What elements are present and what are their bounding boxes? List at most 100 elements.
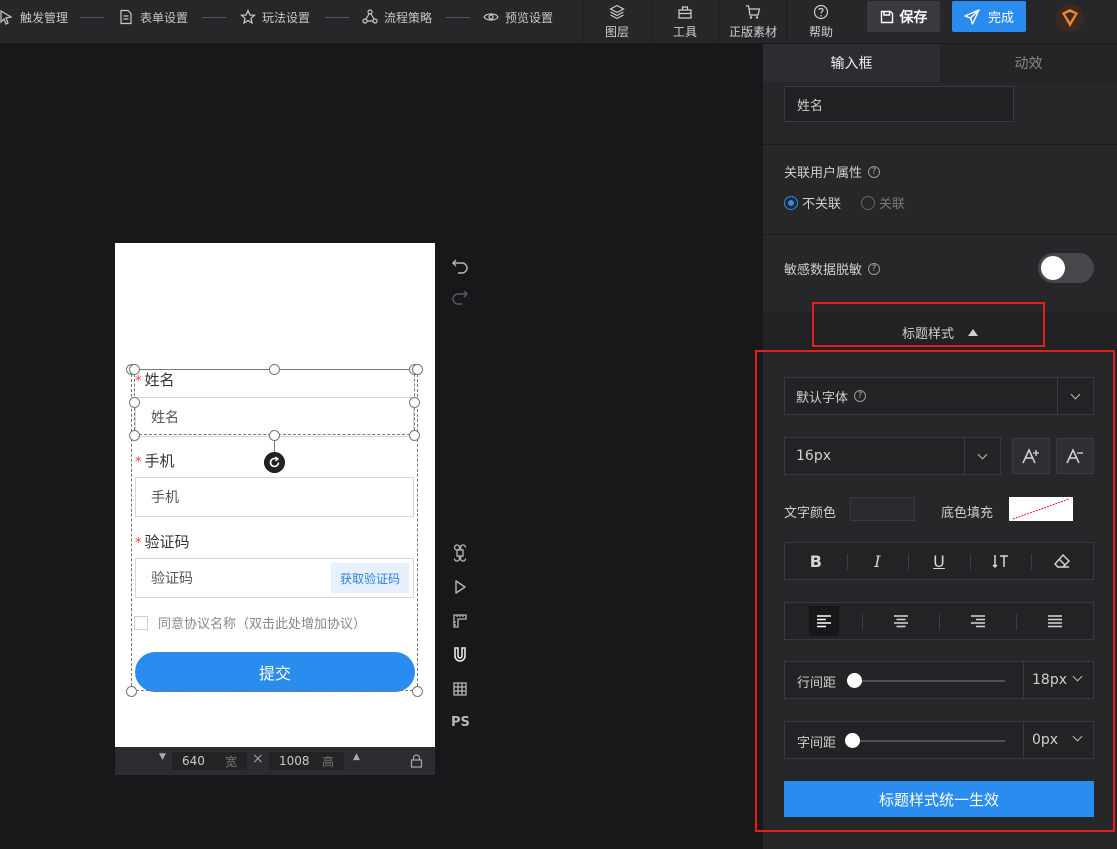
bold-button[interactable]: B <box>785 543 847 579</box>
align-right-button[interactable] <box>939 603 1016 639</box>
magnet-icon[interactable] <box>451 646 469 664</box>
italic-icon: I <box>874 551 881 571</box>
help-icon[interactable]: ? <box>868 165 881 178</box>
resize-handle[interactable] <box>129 430 140 441</box>
ps-tool[interactable]: PS <box>451 715 470 733</box>
font-family-value: 默认字体 <box>796 390 849 406</box>
letter-spacing-select[interactable]: 0px <box>1023 722 1095 758</box>
input-placeholder: 验证码 <box>151 571 193 587</box>
link-attr-label: 关联用户属性 <box>784 166 863 181</box>
phone-input[interactable]: 手机 <box>135 477 414 517</box>
get-code-button[interactable]: 获取验证码 <box>331 563 409 593</box>
align-justify-button[interactable] <box>1016 603 1093 639</box>
play-icon[interactable] <box>451 578 469 596</box>
field-name-value: 姓名 <box>797 98 824 114</box>
rotate-icon[interactable] <box>264 452 285 473</box>
resize-handle[interactable] <box>412 364 423 375</box>
step-label: 表单设置 <box>140 10 189 25</box>
align-left-button[interactable] <box>785 603 862 639</box>
resize-handle[interactable] <box>412 686 423 697</box>
panel-tabs: 输入框 动效 <box>763 44 1117 82</box>
caret-up-icon[interactable]: ▲ <box>353 752 360 762</box>
text-direction-button[interactable] <box>969 543 1032 579</box>
field-name-input[interactable]: 姓名 <box>784 86 1014 122</box>
underline-button[interactable]: U <box>908 543 970 579</box>
divider <box>651 0 652 44</box>
radio-link[interactable]: 关联 <box>861 193 905 212</box>
line-height-knob[interactable] <box>847 673 862 688</box>
font-family-select[interactable]: 默认字体 ? <box>784 377 1094 415</box>
text-color-swatch[interactable] <box>850 497 915 521</box>
code-input[interactable]: 验证码 获取验证码 <box>135 558 414 598</box>
dropdown-arrow[interactable] <box>964 438 1000 474</box>
tab-animation[interactable]: 动效 <box>940 44 1117 82</box>
resize-handle[interactable] <box>409 397 420 408</box>
step-flow[interactable]: 流程策略 <box>362 0 432 34</box>
radio-no-link[interactable]: 不关联 <box>784 193 841 212</box>
font-increase-icon <box>1022 448 1039 464</box>
resize-handle[interactable] <box>126 686 137 697</box>
help-icon[interactable]: ? <box>854 390 867 402</box>
tools-tool[interactable]: 工具 <box>668 0 702 44</box>
align-center-button[interactable] <box>862 603 939 639</box>
required-mark: * <box>135 374 142 389</box>
font-decrease-button[interactable] <box>1056 438 1094 474</box>
step-play[interactable]: 玩法设置 <box>240 0 310 34</box>
redo-icon[interactable] <box>451 287 469 305</box>
title-style-header[interactable]: 标题样式 <box>763 312 1117 352</box>
step-preview[interactable]: 预览设置 <box>483 0 553 34</box>
help-icon[interactable]: ? <box>868 262 881 275</box>
letter-spacing-row: 字间距 0px <box>784 721 1094 759</box>
align-left-icon <box>816 615 831 628</box>
lock-icon[interactable] <box>410 754 423 768</box>
tool-label: 帮助 <box>808 25 833 39</box>
done-button[interactable]: 完成 <box>952 1 1026 32</box>
radio-label: 不关联 <box>802 197 842 212</box>
clear-format-button[interactable] <box>1031 543 1093 579</box>
resize-handle[interactable] <box>409 430 420 441</box>
line-height-select[interactable]: 18px <box>1023 662 1095 698</box>
text-style-group: B I U <box>784 542 1094 580</box>
text-color-label: 文字颜色 <box>784 506 837 521</box>
question-circle-icon <box>813 4 829 20</box>
layers-tool[interactable]: 图层 <box>600 0 634 44</box>
sensitive-toggle[interactable] <box>1038 253 1094 283</box>
line-height-track[interactable] <box>855 680 1005 682</box>
save-button[interactable]: 保存 <box>867 1 940 32</box>
resize-handle[interactable] <box>129 364 140 375</box>
assets-tool[interactable]: 正版素材 <box>725 0 781 44</box>
grid-icon[interactable] <box>451 680 469 698</box>
chevron-down-icon <box>1072 731 1083 742</box>
field-label-phone[interactable]: * 手机 <box>135 450 175 471</box>
bg-fill-swatch[interactable] <box>1009 497 1073 521</box>
caret-down-icon[interactable]: ▼ <box>159 752 166 762</box>
agreement-checkbox[interactable] <box>134 615 148 630</box>
letter-spacing-knob[interactable] <box>845 733 860 748</box>
label-text: 手机 <box>144 452 175 470</box>
shortcut-icon[interactable] <box>451 544 469 562</box>
required-mark: * <box>135 536 142 551</box>
ruler-icon[interactable] <box>451 612 469 630</box>
letter-spacing-label: 字间距 <box>797 736 837 751</box>
field-label-code[interactable]: * 验证码 <box>135 531 190 552</box>
step-trigger[interactable]: 触发管理 <box>0 0 68 34</box>
field-label-name[interactable]: * 姓名 <box>135 369 175 390</box>
dropdown-arrow[interactable] <box>1057 378 1093 414</box>
brand-logo-icon[interactable] <box>1054 3 1086 33</box>
tab-input[interactable]: 输入框 <box>763 44 940 82</box>
font-increase-button[interactable] <box>1012 438 1050 474</box>
eraser-icon <box>1054 553 1071 568</box>
italic-button[interactable]: I <box>846 543 909 579</box>
font-size-select[interactable]: 16px <box>784 437 1001 475</box>
undo-icon[interactable] <box>451 256 469 274</box>
step-label: 流程策略 <box>384 10 433 25</box>
help-tool[interactable]: 帮助 <box>804 0 838 44</box>
agreement[interactable]: 同意协议名称（双击此处增加协议） <box>134 613 366 632</box>
resize-handle[interactable] <box>269 364 280 375</box>
letter-spacing-track[interactable] <box>855 740 1005 742</box>
submit-button[interactable]: 提交 <box>135 652 415 692</box>
step-form[interactable]: 表单设置 <box>118 0 188 34</box>
required-mark: * <box>135 455 142 470</box>
resize-handle[interactable] <box>129 397 140 408</box>
apply-title-style-button[interactable]: 标题样式统一生效 <box>784 781 1094 817</box>
